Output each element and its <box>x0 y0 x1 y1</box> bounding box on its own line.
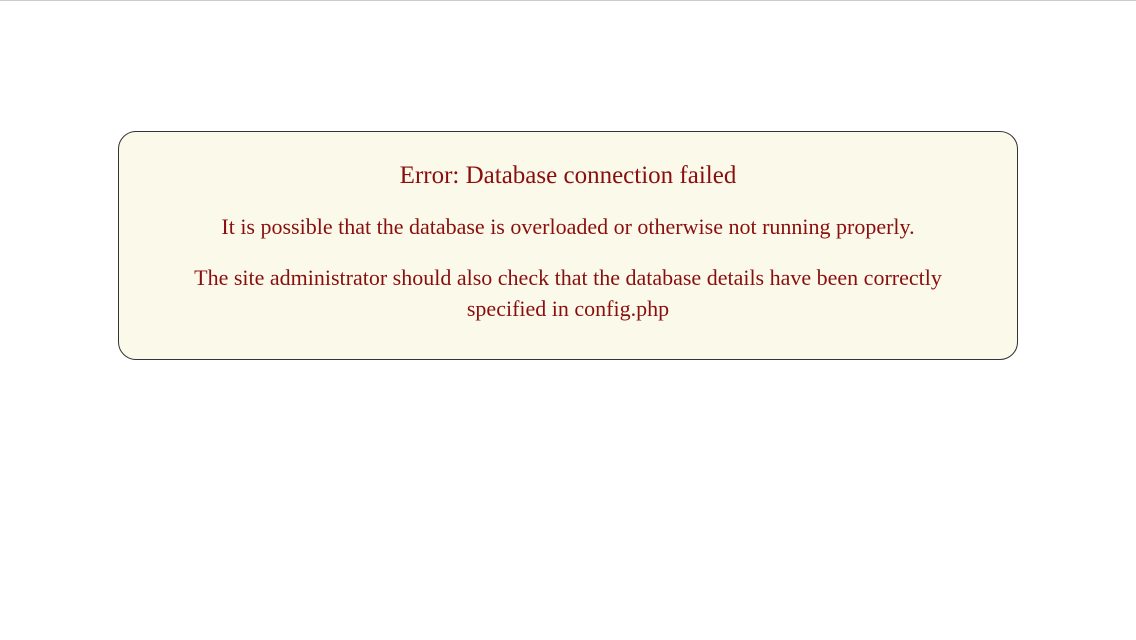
error-detail-line-2: The site administrator should also check… <box>159 263 977 325</box>
error-detail-line-1: It is possible that the database is over… <box>159 212 977 243</box>
error-message-box: Error: Database connection failed It is … <box>118 131 1018 360</box>
error-title: Error: Database connection failed <box>159 162 977 190</box>
